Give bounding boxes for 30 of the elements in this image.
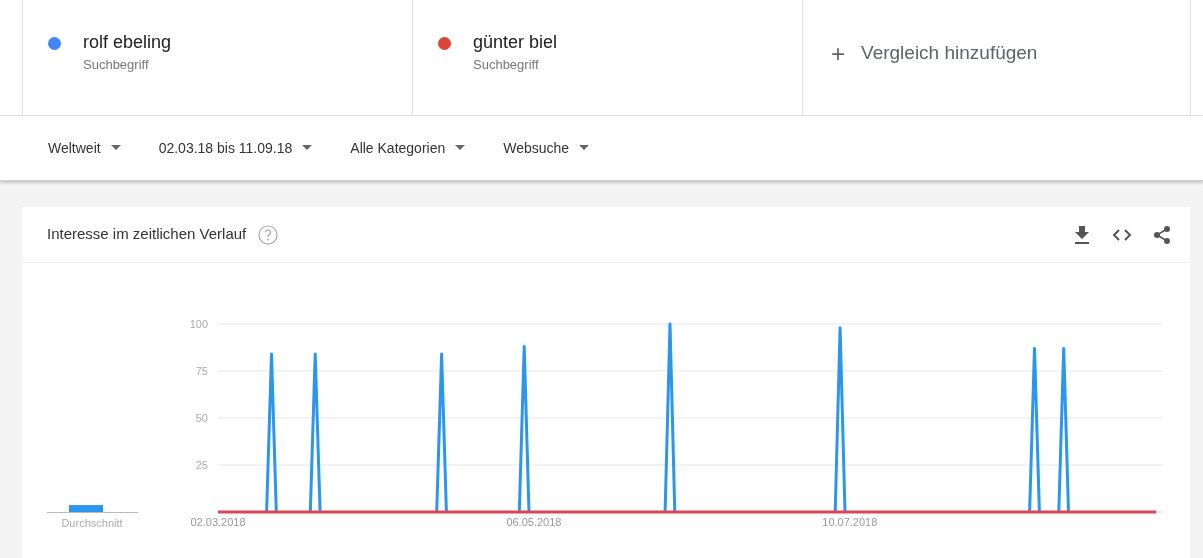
caret-icon — [455, 145, 466, 151]
x-tick-label: 06.05.2018 — [506, 516, 562, 528]
search-term[interactable]: günter biel Suchbegriff — [412, 0, 802, 115]
filter-dropdown[interactable]: Weltweit — [48, 137, 121, 159]
average-bar — [69, 505, 103, 512]
y-tick-label: 75 — [195, 365, 208, 377]
term-label: günter biel — [473, 32, 558, 52]
caret-icon — [579, 145, 590, 151]
add-comparison-button[interactable]: + Vergleich hinzufügen — [802, 0, 1191, 115]
filter-dropdown[interactable]: Websuche — [503, 137, 590, 159]
average-label: Durchschnitt — [61, 517, 123, 529]
term-label: rolf ebeling — [83, 32, 172, 52]
share-icon[interactable] — [1152, 224, 1172, 245]
y-tick-label: 25 — [195, 459, 208, 471]
add-comparison-label: Vergleich hinzufügen — [861, 41, 1038, 66]
caret-icon — [110, 145, 121, 151]
plus-icon: + — [831, 35, 845, 72]
filter-dropdown[interactable]: 02.03.18 bis 11.09.18 — [158, 137, 313, 159]
y-tick-label: 100 — [189, 318, 208, 330]
search-term[interactable]: rolf ebeling Suchbegriff — [22, 0, 412, 115]
y-tick-label: 50 — [195, 412, 208, 424]
x-tick-label: 10.07.2018 — [822, 516, 878, 528]
embed-code-icon[interactable] — [1112, 227, 1132, 242]
x-tick-label: 02.03.2018 — [190, 516, 246, 528]
term-type: Suchbegriff — [83, 56, 150, 74]
filter-dropdown[interactable]: Alle Kategorien — [350, 137, 466, 159]
caret-icon — [302, 145, 313, 151]
card-title: Interesse im zeitlichen Verlauf — [47, 224, 247, 245]
term-type: Suchbegriff — [473, 56, 540, 74]
download-icon[interactable] — [1074, 225, 1090, 244]
